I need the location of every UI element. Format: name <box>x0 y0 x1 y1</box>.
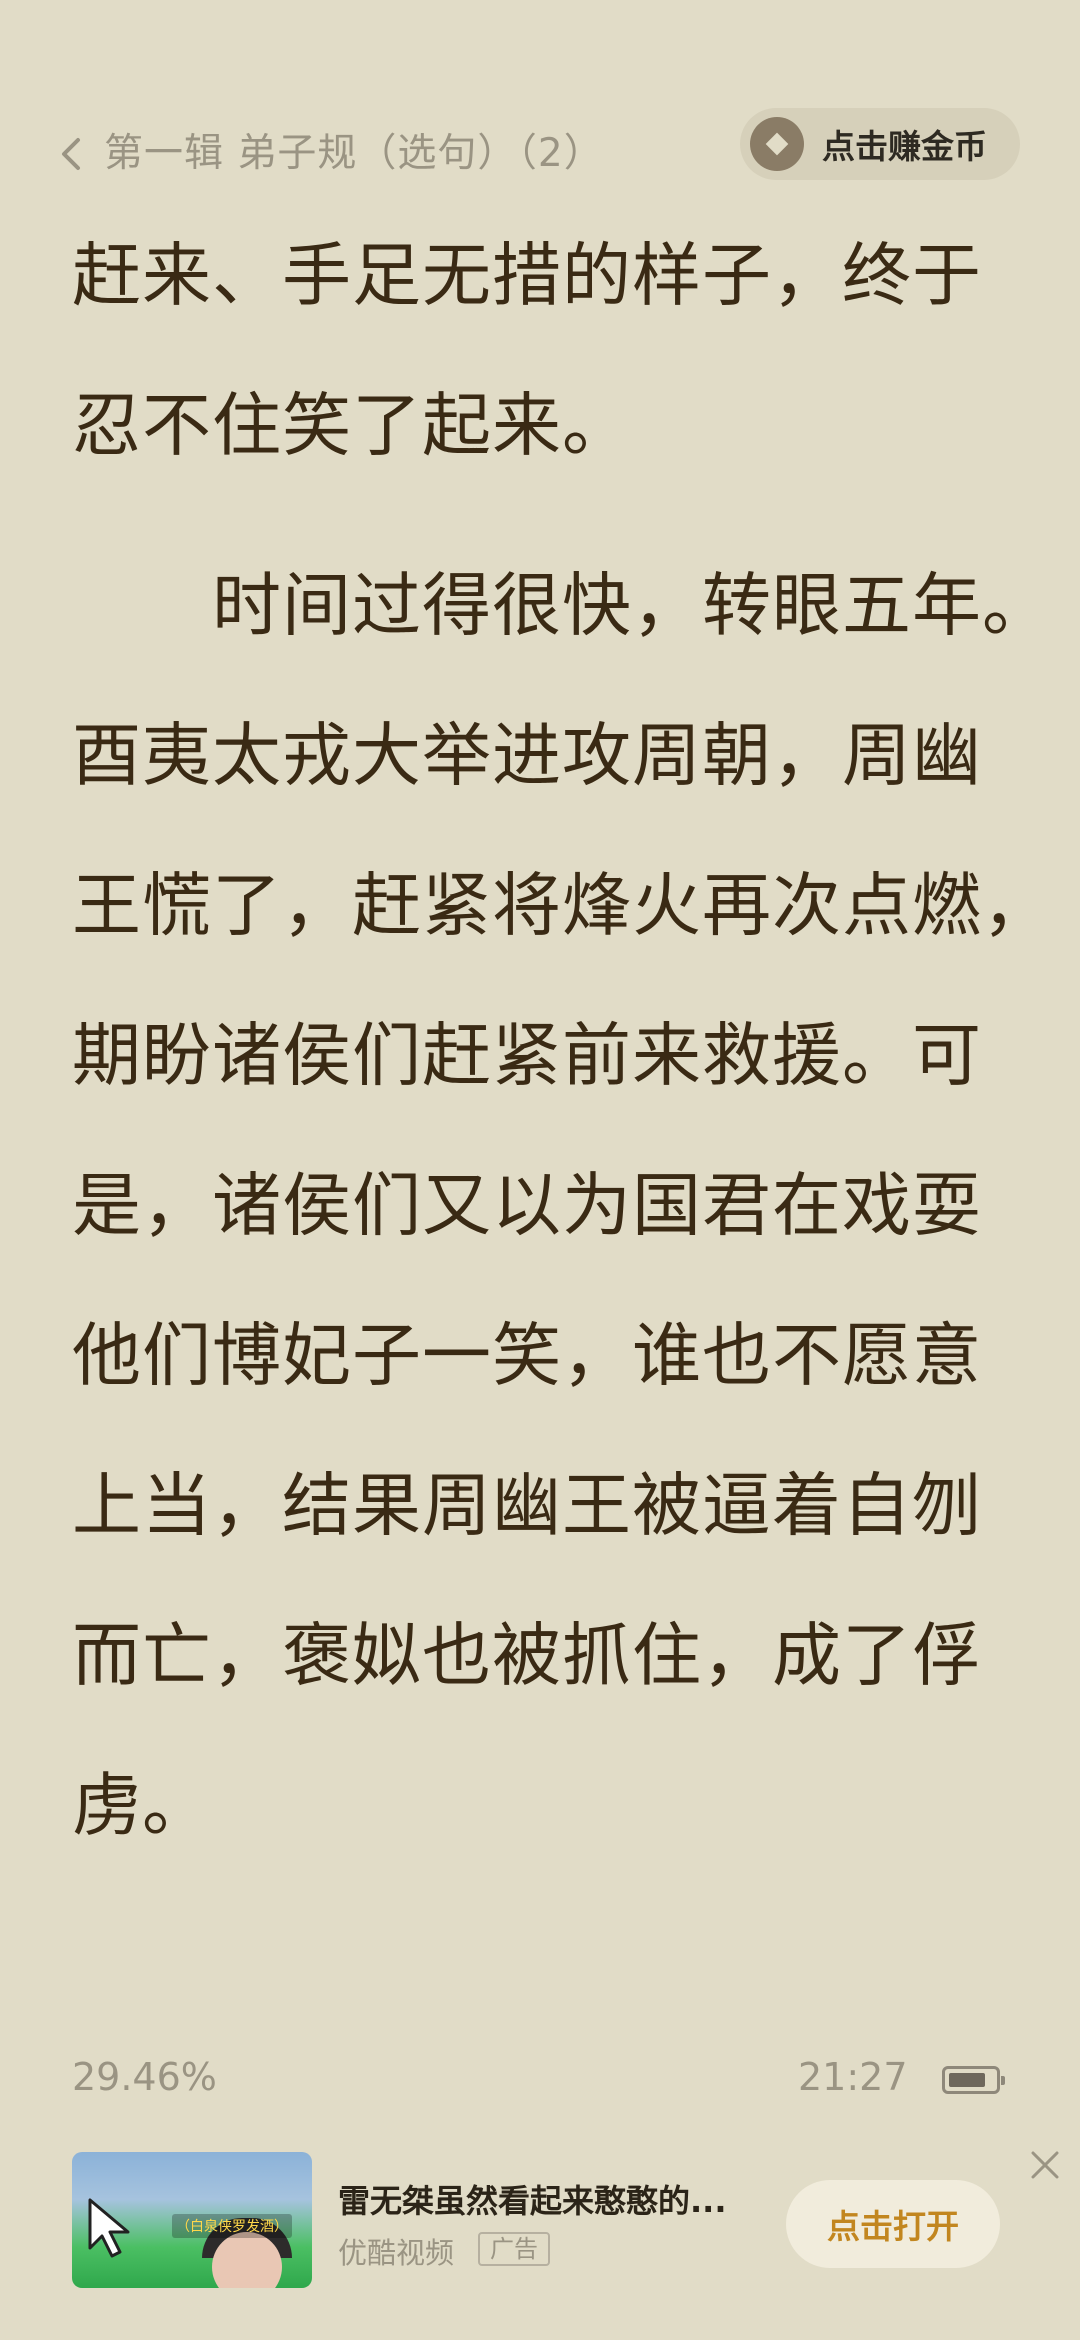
text-line: 酉夷太戎大举进攻周朝，周幽 <box>72 716 982 796</box>
ad-close-icon[interactable] <box>1028 2148 1062 2182</box>
article-text: 赶来、手足无措的样子，终于 忍不住笑了起来。 时间过得很快，转眼五年。 酉夷太戎… <box>72 220 1012 1900</box>
chapter-title[interactable]: 第一辑 弟子规（选句）（2） <box>104 122 604 178</box>
text-line: 是，诸侯们又以为国君在戏耍 <box>72 1166 982 1246</box>
text-line: 赶来、手足无措的样子，终于 <box>72 236 982 316</box>
coin-icon <box>750 117 804 171</box>
clock-time: 21:27 <box>798 2055 908 2099</box>
earn-coins-label: 点击赚金币 <box>822 127 987 166</box>
reading-progress: 29.46% <box>72 2055 217 2099</box>
cursor-icon <box>88 2198 130 2258</box>
ad-title[interactable]: 雷无桀虽然看起来憨憨的... <box>338 2176 726 2222</box>
thumbnail-tag: （白泉侠罗发酒） <box>172 2214 292 2238</box>
text-line: 他们博妃子一笑，谁也不愿意 <box>72 1316 982 1396</box>
ad-open-button[interactable]: 点击打开 <box>786 2180 1000 2268</box>
ad-badge: 广告 <box>478 2232 550 2266</box>
battery-icon <box>942 2066 1005 2094</box>
text-line: 期盼诸侯们赶紧前来救援。可 <box>72 1016 982 1096</box>
text-line: 时间过得很快，转眼五年。 <box>72 566 1012 646</box>
text-line: 忍不住笑了起来。 <box>72 386 632 466</box>
text-line: 虏。 <box>72 1766 212 1846</box>
ad-source: 优酷视频 <box>338 2236 455 2270</box>
text-line: 而亡，褒姒也被抓住，成了俘 <box>72 1616 982 1696</box>
back-chevron-icon[interactable] <box>56 134 86 174</box>
text-line: 王慌了，赶紧将烽火再次点燃， <box>72 866 1012 946</box>
text-line: 上当，结果周幽王被逼着自刎 <box>72 1466 982 1546</box>
reader-header: 第一辑 弟子规（选句）（2） 点击赚金币 <box>0 0 1080 215</box>
earn-coins-button[interactable]: 点击赚金币 <box>740 108 1020 180</box>
ad-thumbnail[interactable]: （白泉侠罗发酒） <box>72 2152 312 2288</box>
